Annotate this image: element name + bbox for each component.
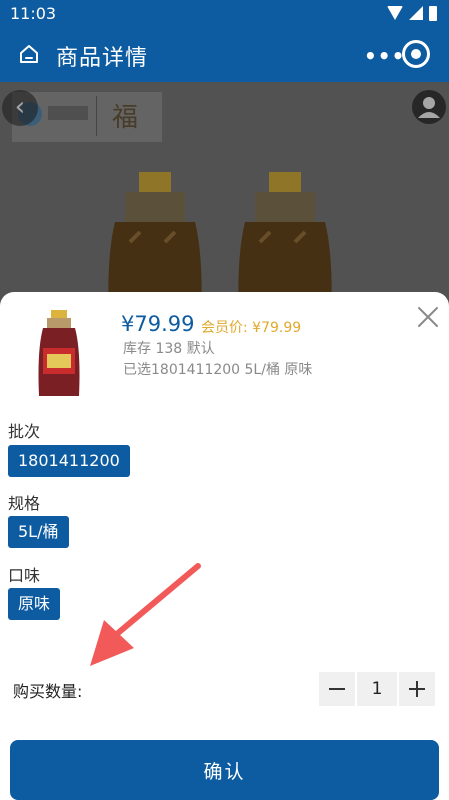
chip-batch[interactable]: 1801411200 [8,445,130,477]
chip-flavor[interactable]: 原味 [8,588,61,620]
sku-price: ¥79.99 [121,312,195,336]
status-icons [387,5,437,21]
page-title: 商品详情 [56,46,149,71]
record-icon[interactable] [402,40,430,68]
sku-bottom-sheet: ¥79.99 会员价: ¥79.99 库存 138 默认 已选180141120… [0,292,449,800]
attr-label-spec: 规格 [8,494,41,513]
battery-icon [429,5,437,21]
chip-spec[interactable]: 5L/桶 [8,516,69,548]
stock-info: 库存 138 默认 [123,341,215,357]
wifi-icon [387,6,403,20]
member-price: 会员价: ¥79.99 [201,320,302,336]
modal-backdrop[interactable] [0,82,449,312]
confirm-button[interactable]: 确认 [10,740,439,800]
status-bar: 11:03 [0,0,449,26]
attr-label-batch: 批次 [8,422,41,441]
plus-icon[interactable] [399,672,435,706]
quantity-label: 购买数量: [13,682,83,701]
close-icon[interactable] [417,306,439,328]
annotation-arrow-icon [90,563,201,666]
status-time: 11:03 [10,3,57,23]
home-icon[interactable] [18,43,40,65]
selected-sku: 已选1801411200 5L/桶 原味 [123,362,313,378]
quantity-input[interactable]: 1 [357,672,397,706]
more-icon[interactable]: ••• [364,44,405,68]
product-thumbnail [38,310,80,396]
signal-icon [409,6,423,20]
minus-icon[interactable] [319,672,355,706]
attr-label-flavor: 口味 [8,566,41,585]
nav-bar: 商品详情 ••• [0,26,449,82]
